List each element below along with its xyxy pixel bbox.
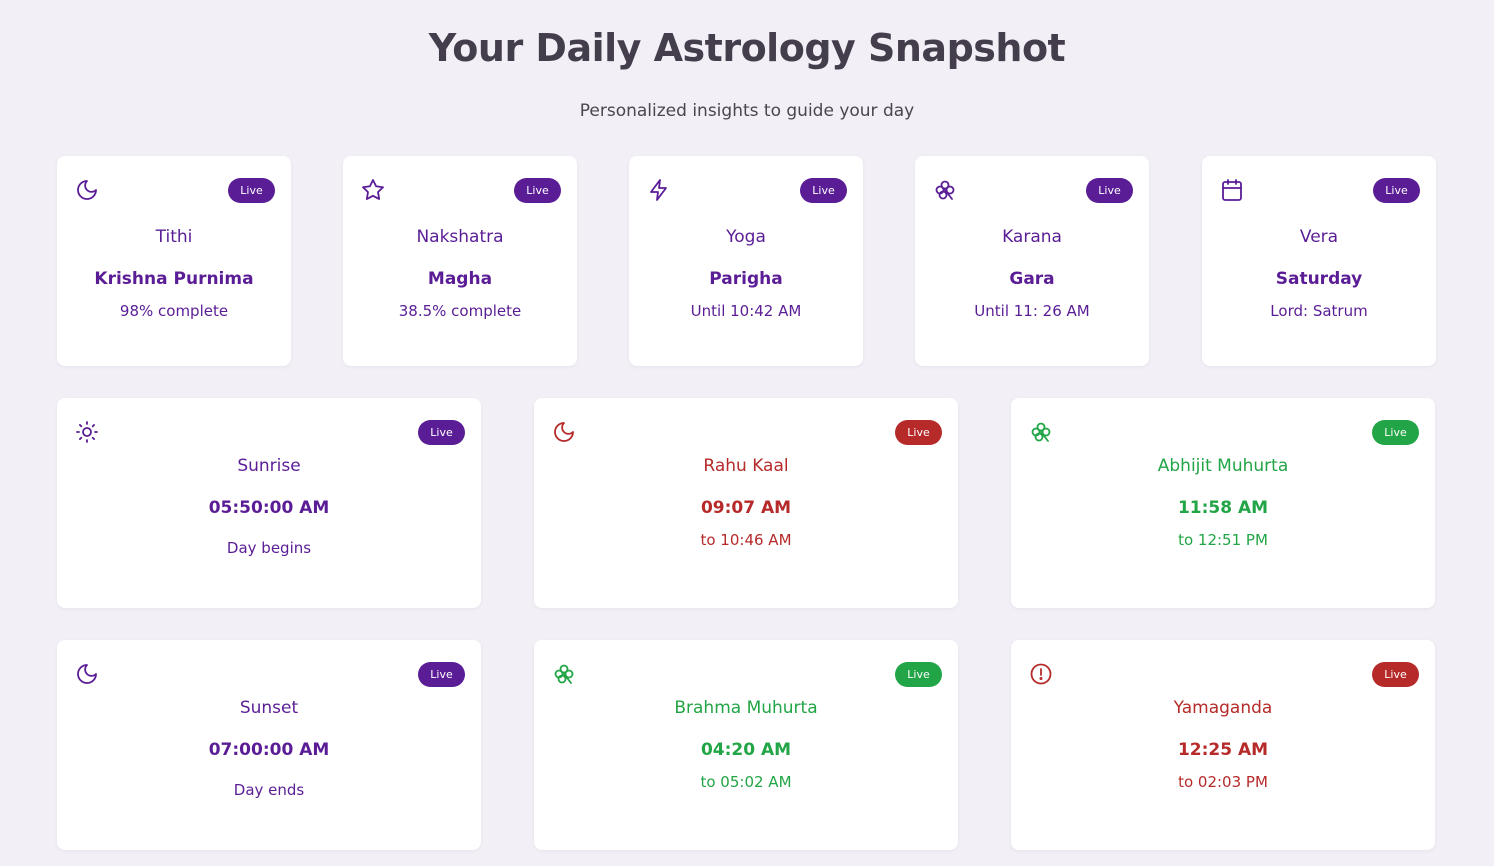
card-label: Abhijit Muhurta <box>1157 456 1289 476</box>
card-value: 09:07 AM <box>700 498 792 518</box>
live-badge: Live <box>800 178 847 203</box>
card-value: Parigha <box>709 269 783 289</box>
live-badge: Live <box>418 420 465 445</box>
star-icon <box>361 178 385 202</box>
clover-icon <box>552 662 576 686</box>
live-badge: Live <box>228 178 275 203</box>
card-detail: Until 10:42 AM <box>690 302 802 320</box>
card-label: Vera <box>1299 227 1339 247</box>
card-value: 12:25 AM <box>1177 740 1269 760</box>
yamaganda-card[interactable]: Live Yamaganda 12:25 AM to 02:03 PM <box>1011 640 1435 850</box>
card-value: Saturday <box>1275 269 1363 289</box>
clover-icon <box>933 178 957 202</box>
live-badge: Live <box>1373 178 1420 203</box>
live-badge: Live <box>895 662 942 687</box>
card-label: Yoga <box>726 227 766 247</box>
card-detail: 98% complete <box>119 302 229 320</box>
card-value: 07:00:00 AM <box>208 740 330 760</box>
yoga-card[interactable]: Live Yoga Parigha Until 10:42 AM <box>629 156 863 366</box>
card-detail: Day ends <box>233 781 305 799</box>
card-value: 11:58 AM <box>1177 498 1269 518</box>
live-badge: Live <box>418 662 465 687</box>
abhijit-muhurta-card[interactable]: Live Abhijit Muhurta 11:58 AM to 12:51 P… <box>1011 398 1435 608</box>
alert-circle-icon <box>1029 662 1053 686</box>
card-detail: to 05:02 AM <box>700 773 792 791</box>
karana-card[interactable]: Live Karana Gara Until 11: 26 AM <box>915 156 1149 366</box>
card-label: Sunset <box>239 698 299 718</box>
card-value: 04:20 AM <box>700 740 792 760</box>
live-badge: Live <box>1372 662 1419 687</box>
card-label: Karana <box>1002 227 1062 247</box>
card-value: 05:50:00 AM <box>208 498 330 518</box>
moon-icon <box>552 420 576 444</box>
card-detail: to 10:46 AM <box>700 531 792 549</box>
brahma-muhurta-card[interactable]: Live Brahma Muhurta 04:20 AM to 05:02 AM <box>534 640 958 850</box>
card-detail: to 02:03 PM <box>1178 773 1268 791</box>
moon-icon <box>75 178 99 202</box>
card-value: Krishna Purnima <box>94 269 254 289</box>
nakshatra-card[interactable]: Live Nakshatra Magha 38.5% complete <box>343 156 577 366</box>
sunrise-card[interactable]: Live Sunrise 05:50:00 AM Day begins <box>57 398 481 608</box>
page-title: Your Daily Astrology Snapshot <box>428 26 1066 70</box>
card-label: Yamaganda <box>1173 698 1273 718</box>
live-badge: Live <box>1086 178 1133 203</box>
sunset-card[interactable]: Live Sunset 07:00:00 AM Day ends <box>57 640 481 850</box>
rahu-kaal-card[interactable]: Live Rahu Kaal 09:07 AM to 10:46 AM <box>534 398 958 608</box>
card-value: Gara <box>1009 269 1055 289</box>
vera-card[interactable]: Live Vera Saturday Lord: Satrum <box>1202 156 1436 366</box>
sun-icon <box>75 420 99 444</box>
card-label: Tithi <box>155 227 193 247</box>
live-badge: Live <box>895 420 942 445</box>
card-detail: Until 11: 26 AM <box>974 302 1090 320</box>
card-detail: to 12:51 PM <box>1178 531 1268 549</box>
card-label: Nakshatra <box>416 227 504 247</box>
card-value: Magha <box>427 269 493 289</box>
page-subtitle: Personalized insights to guide your day <box>579 101 915 121</box>
card-detail: Lord: Satrum <box>1270 302 1368 320</box>
card-label: Rahu Kaal <box>703 456 789 476</box>
moon-icon <box>75 662 99 686</box>
tithi-card[interactable]: Live Tithi Krishna Purnima 98% complete <box>57 156 291 366</box>
card-detail: 38.5% complete <box>398 302 522 320</box>
lightning-icon <box>647 178 671 202</box>
live-badge: Live <box>1372 420 1419 445</box>
card-label: Sunrise <box>237 456 301 476</box>
card-detail: Day begins <box>226 539 312 557</box>
clover-icon <box>1029 420 1053 444</box>
card-label: Brahma Muhurta <box>674 698 818 718</box>
live-badge: Live <box>514 178 561 203</box>
calendar-icon <box>1220 178 1244 202</box>
